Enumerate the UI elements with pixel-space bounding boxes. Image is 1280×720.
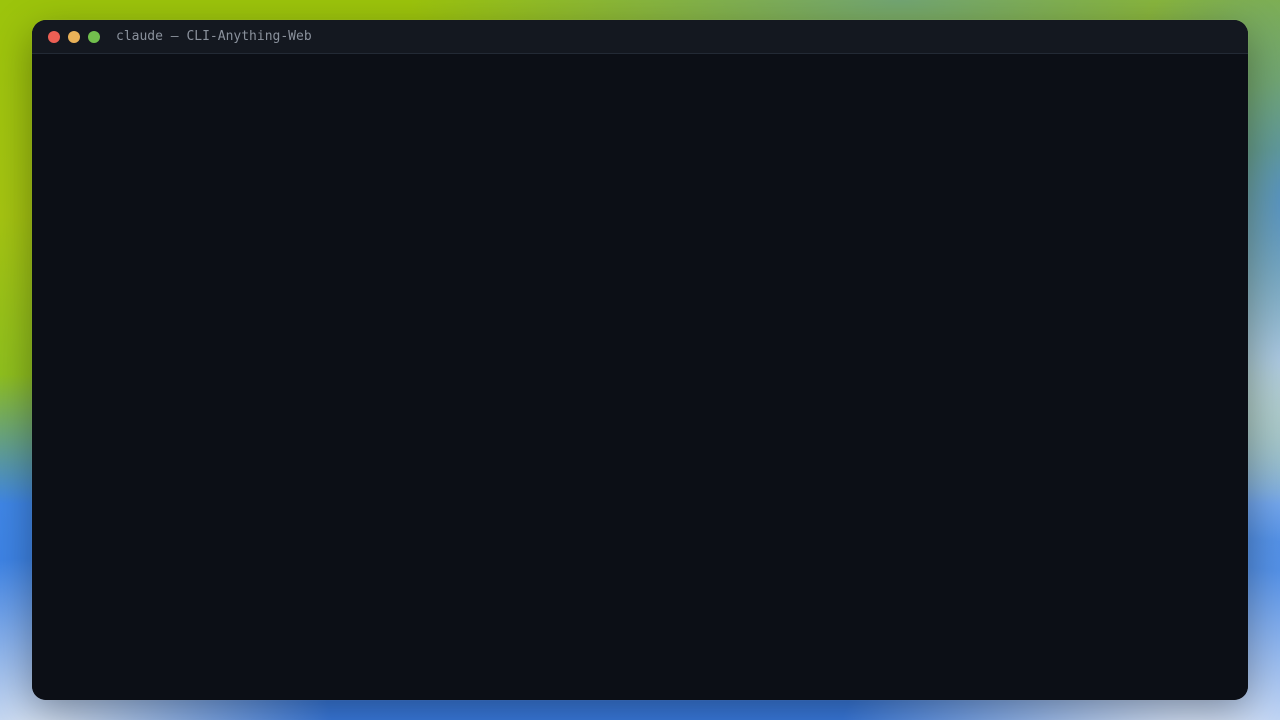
terminal-window: claude — CLI-Anything-Web	[32, 20, 1248, 700]
terminal-body[interactable]	[32, 54, 1248, 700]
minimize-dot-icon[interactable]	[68, 31, 80, 43]
close-dot-icon[interactable]	[48, 31, 60, 43]
window-title: claude — CLI-Anything-Web	[116, 29, 312, 44]
maximize-dot-icon[interactable]	[88, 31, 100, 43]
window-title-bar[interactable]: claude — CLI-Anything-Web	[32, 20, 1248, 54]
